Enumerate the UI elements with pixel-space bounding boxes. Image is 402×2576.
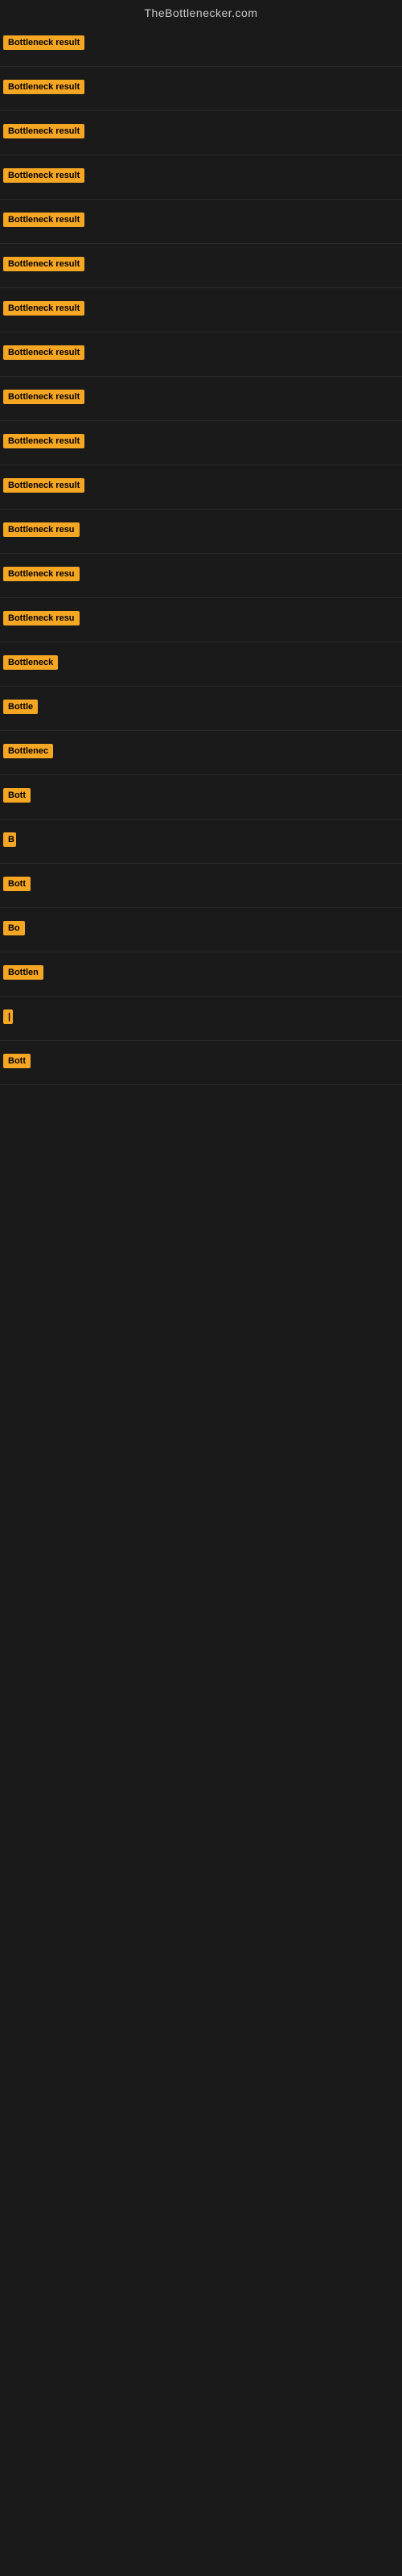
list-item: Bottleneck resu xyxy=(0,510,402,554)
badge-container: Bottleneck result xyxy=(3,124,84,142)
list-item: Bottleneck result xyxy=(0,244,402,288)
list-item: Bottleneck resu xyxy=(0,598,402,642)
list-item: Bottleneck result xyxy=(0,111,402,155)
bottleneck-result-badge[interactable]: Bottleneck xyxy=(3,655,58,670)
badge-container: B xyxy=(3,832,16,851)
list-item: Bottleneck xyxy=(0,642,402,687)
bottleneck-result-badge[interactable]: Bo xyxy=(3,921,25,935)
list-item: Bottle xyxy=(0,687,402,731)
list-item: Bottleneck result xyxy=(0,288,402,332)
badge-container: Bottleneck result xyxy=(3,80,84,98)
list-item: Bottlenec xyxy=(0,731,402,775)
bottleneck-result-badge[interactable]: Bottle xyxy=(3,700,38,714)
badge-container: Bottleneck result xyxy=(3,478,84,497)
site-title: TheBottlenecker.com xyxy=(0,0,402,23)
bottleneck-result-badge[interactable]: Bottlen xyxy=(3,965,43,980)
list-item: Bottleneck result xyxy=(0,23,402,67)
list-item: Bott xyxy=(0,775,402,819)
badge-container: Bottleneck result xyxy=(3,434,84,452)
badge-container: | xyxy=(3,1009,13,1028)
bottleneck-result-badge[interactable]: Bottleneck result xyxy=(3,168,84,183)
list-item: B xyxy=(0,819,402,864)
bottleneck-result-badge[interactable]: Bottleneck resu xyxy=(3,611,80,625)
list-item: Bott xyxy=(0,1041,402,1085)
badge-container: Bottle xyxy=(3,700,38,718)
bottleneck-result-badge[interactable]: Bottleneck result xyxy=(3,434,84,448)
badge-container: Bottlen xyxy=(3,965,43,984)
list-item: Bott xyxy=(0,864,402,908)
list-item: Bo xyxy=(0,908,402,952)
bottleneck-result-badge[interactable]: Bottleneck resu xyxy=(3,522,80,537)
bottleneck-result-badge[interactable]: Bottleneck result xyxy=(3,257,84,271)
list-item: Bottleneck result xyxy=(0,465,402,510)
badge-container: Bott xyxy=(3,788,31,807)
bottleneck-result-badge[interactable]: Bott xyxy=(3,1054,31,1068)
badge-container: Bottleneck result xyxy=(3,213,84,231)
badge-container: Bottleneck result xyxy=(3,35,84,54)
list-item: Bottleneck result xyxy=(0,332,402,377)
list-item: Bottleneck result xyxy=(0,421,402,465)
badge-container: Bottleneck result xyxy=(3,168,84,187)
bottleneck-result-badge[interactable]: Bottleneck result xyxy=(3,478,84,493)
badge-container: Bottleneck result xyxy=(3,345,84,364)
badge-container: Bottleneck xyxy=(3,655,58,674)
bottleneck-result-badge[interactable]: Bottleneck result xyxy=(3,345,84,360)
bottleneck-result-badge[interactable]: Bottleneck result xyxy=(3,213,84,227)
badge-container: Bottleneck resu xyxy=(3,567,80,585)
badge-container: Bott xyxy=(3,877,31,895)
rows-container: Bottleneck result Bottleneck result Bottle… xyxy=(0,23,402,1085)
list-item: Bottleneck result xyxy=(0,200,402,244)
badge-container: Bott xyxy=(3,1054,31,1072)
bottleneck-result-badge[interactable]: Bott xyxy=(3,877,31,891)
site-title-bar: TheBottlenecker.com xyxy=(0,0,402,23)
badge-container: Bottleneck resu xyxy=(3,522,80,541)
bottleneck-result-badge[interactable]: Bottleneck result xyxy=(3,80,84,94)
list-item: Bottleneck result xyxy=(0,155,402,200)
list-item: Bottlen xyxy=(0,952,402,997)
list-item: | xyxy=(0,997,402,1041)
list-item: Bottleneck result xyxy=(0,377,402,421)
bottleneck-result-badge[interactable]: Bottleneck resu xyxy=(3,567,80,581)
badge-container: Bottleneck result xyxy=(3,390,84,408)
bottleneck-result-badge[interactable]: Bottleneck result xyxy=(3,124,84,138)
list-item: Bottleneck resu xyxy=(0,554,402,598)
bottleneck-result-badge[interactable]: Bott xyxy=(3,788,31,803)
bottleneck-result-badge[interactable]: Bottleneck result xyxy=(3,35,84,50)
badge-container: Bottleneck resu xyxy=(3,611,80,630)
bottleneck-result-badge[interactable]: Bottlenec xyxy=(3,744,53,758)
bottleneck-result-badge[interactable]: B xyxy=(3,832,16,847)
badge-container: Bottleneck result xyxy=(3,301,84,320)
badge-container: Bottleneck result xyxy=(3,257,84,275)
bottleneck-result-badge[interactable]: | xyxy=(3,1009,13,1024)
badge-container: Bottlenec xyxy=(3,744,53,762)
badge-container: Bo xyxy=(3,921,25,939)
bottleneck-result-badge[interactable]: Bottleneck result xyxy=(3,301,84,316)
list-item: Bottleneck result xyxy=(0,67,402,111)
bottleneck-result-badge[interactable]: Bottleneck result xyxy=(3,390,84,404)
